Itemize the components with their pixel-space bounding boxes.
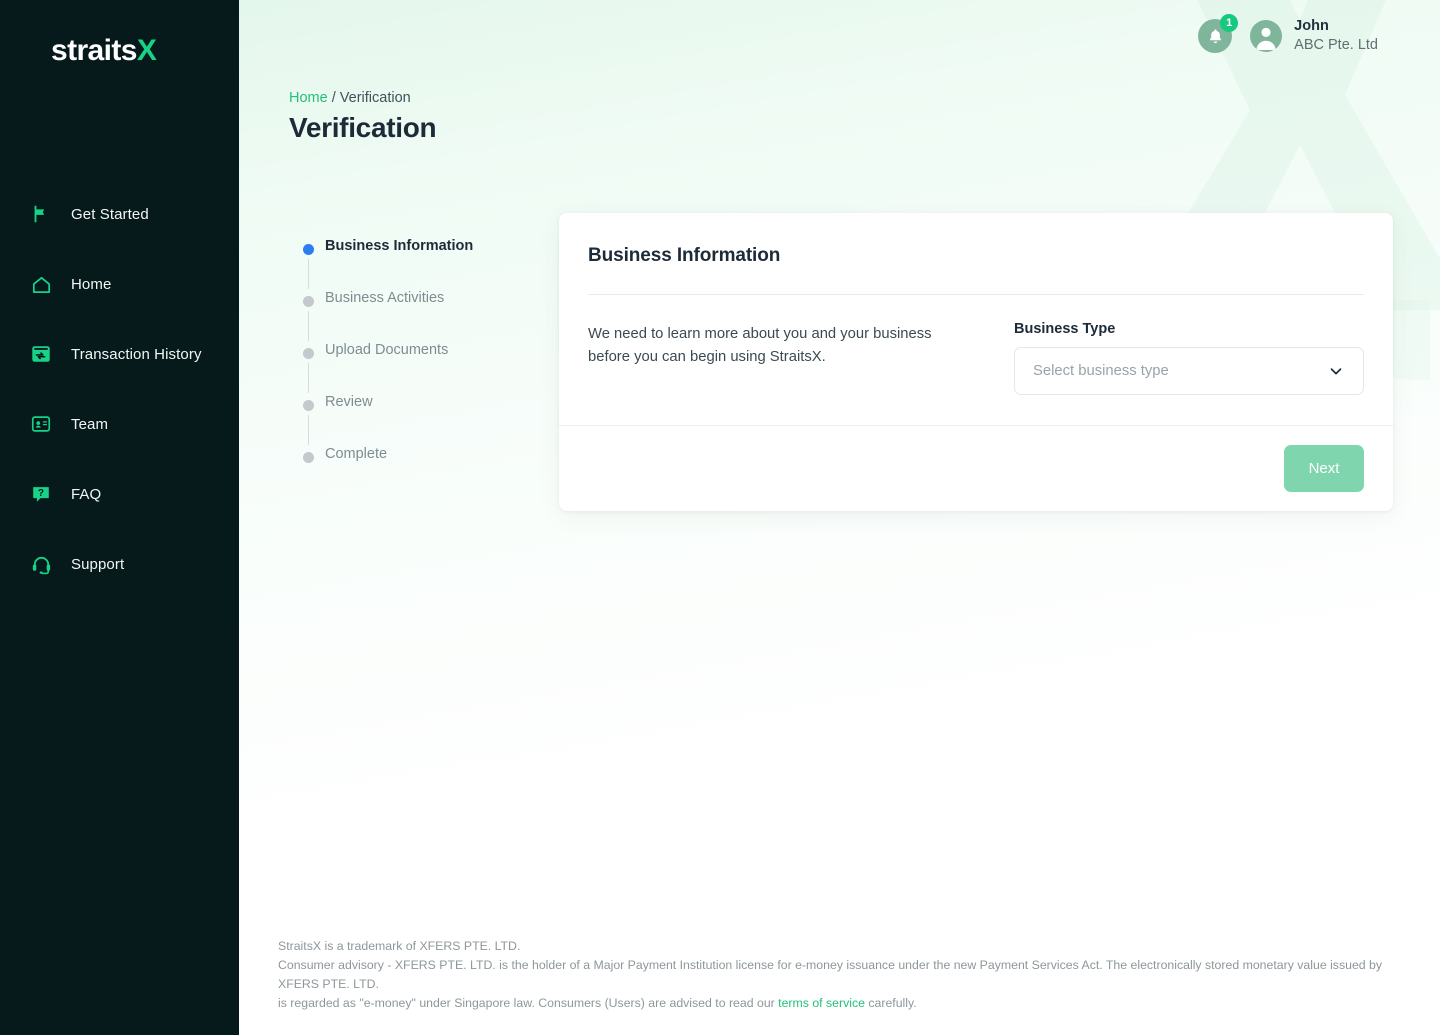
sidebar-item-label: Get Started <box>71 205 149 223</box>
sidebar-item-label: FAQ <box>71 485 102 503</box>
sidebar-item-label: Home <box>71 275 112 293</box>
footer-advisory-line-1: Consumer advisory - XFERS PTE. LTD. is t… <box>278 957 1383 991</box>
verification-content: Business Information Business Activities… <box>289 213 1400 511</box>
business-information-card: Business Information We need to learn mo… <box>559 213 1393 511</box>
page-footer: StraitsX is a trademark of XFERS PTE. LT… <box>278 937 1402 1013</box>
step-complete[interactable]: Complete <box>289 446 559 499</box>
terms-of-service-link[interactable]: terms of service <box>778 996 865 1010</box>
sidebar-item-support[interactable]: Support <box>0 542 239 586</box>
notifications-button[interactable]: 1 <box>1198 14 1239 53</box>
user-avatar-icon[interactable] <box>1250 20 1283 52</box>
app-root: straitsX Get Started Home Transaction Hi… <box>0 0 1440 1035</box>
card-title: Business Information <box>588 245 781 266</box>
footer-trademark-line: StraitsX is a trademark of XFERS PTE. LT… <box>278 938 521 953</box>
step-label: Business Information <box>325 238 474 254</box>
step-connector <box>308 363 309 393</box>
business-type-select[interactable]: Select business type <box>1014 347 1364 395</box>
question-bubble-icon: ? <box>29 482 53 506</box>
card-body: Business Information We need to learn mo… <box>559 213 1393 425</box>
sidebar-nav: Get Started Home Transaction History Tea… <box>0 192 239 612</box>
step-dot-icon <box>303 348 314 359</box>
step-connector <box>308 415 309 445</box>
step-connector <box>308 259 309 289</box>
brand-logo-accent: X <box>136 34 157 67</box>
sidebar-item-home[interactable]: Home <box>0 262 239 306</box>
headset-icon <box>29 552 53 576</box>
sidebar-item-label: Team <box>71 415 109 433</box>
step-label: Business Activities <box>325 290 445 306</box>
sidebar-item-label: Transaction History <box>71 345 202 363</box>
step-dot-icon <box>303 244 314 255</box>
brand-logo[interactable]: straitsX <box>51 34 157 67</box>
sidebar-item-faq[interactable]: ? FAQ <box>0 472 239 516</box>
step-dot-icon <box>303 452 314 463</box>
step-review[interactable]: Review <box>289 394 559 447</box>
step-label: Complete <box>325 446 388 462</box>
transaction-history-icon <box>29 342 53 366</box>
home-icon <box>29 272 53 296</box>
card-lead-text: We need to learn more about you and your… <box>588 326 932 365</box>
sidebar-item-label: Support <box>71 555 125 573</box>
step-dot-icon <box>303 296 314 307</box>
sidebar-item-team[interactable]: Team <box>0 402 239 446</box>
business-type-label: Business Type <box>1014 321 1116 337</box>
background-gradient <box>239 0 1440 1035</box>
step-connector <box>308 311 309 341</box>
footer-advisory-text-after: carefully. <box>864 995 917 1010</box>
brand-logo-text: straits <box>51 34 137 67</box>
notification-count-badge: 1 <box>1220 14 1239 32</box>
topbar: 1 John ABC Pte. Ltd <box>1198 0 1440 72</box>
chevron-down-icon <box>1327 362 1345 380</box>
breadcrumb-separator: / <box>327 90 340 106</box>
main-content: 1 John ABC Pte. Ltd Home / Verification … <box>239 0 1440 1035</box>
card-right-column: Business Type Select business type <box>1014 321 1364 395</box>
sidebar: straitsX Get Started Home Transaction Hi… <box>0 0 239 1035</box>
footer-advisory-text-before: is regarded as "e-money" under Singapore… <box>278 995 779 1010</box>
user-organization: ABC Pte. Ltd <box>1294 37 1378 53</box>
breadcrumb: Home / Verification <box>289 90 436 106</box>
flag-icon <box>29 202 53 226</box>
breadcrumb-home-link[interactable]: Home <box>289 90 328 106</box>
next-button[interactable]: Next <box>1284 445 1364 492</box>
card-divider <box>588 294 1364 295</box>
sidebar-item-transaction-history[interactable]: Transaction History <box>0 332 239 376</box>
step-upload-documents[interactable]: Upload Documents <box>289 342 559 395</box>
page-header: Home / Verification Verification <box>289 90 437 144</box>
id-card-icon <box>29 412 53 436</box>
step-dot-icon <box>303 400 314 411</box>
svg-text:?: ? <box>38 488 44 499</box>
page-title: Verification <box>289 112 437 143</box>
user-name: John <box>1294 18 1329 35</box>
footer-advisory-line-2: is regarded as "e-money" under Singapore… <box>278 994 1402 1013</box>
business-type-select-value: Select business type <box>1033 363 1169 379</box>
card-columns: We need to learn more about you and your… <box>588 321 1364 395</box>
step-business-information[interactable]: Business Information <box>289 238 559 291</box>
user-menu[interactable]: John ABC Pte. Ltd <box>1294 17 1378 55</box>
step-progress-list: Business Information Business Activities… <box>289 213 559 499</box>
card-footer: Next <box>559 425 1393 511</box>
breadcrumb-current: Verification <box>339 90 411 106</box>
sidebar-item-get-started[interactable]: Get Started <box>0 192 239 236</box>
card-left-column: We need to learn more about you and your… <box>588 321 948 395</box>
step-business-activities[interactable]: Business Activities <box>289 290 559 343</box>
step-label: Review <box>325 394 373 410</box>
step-label: Upload Documents <box>325 342 449 358</box>
